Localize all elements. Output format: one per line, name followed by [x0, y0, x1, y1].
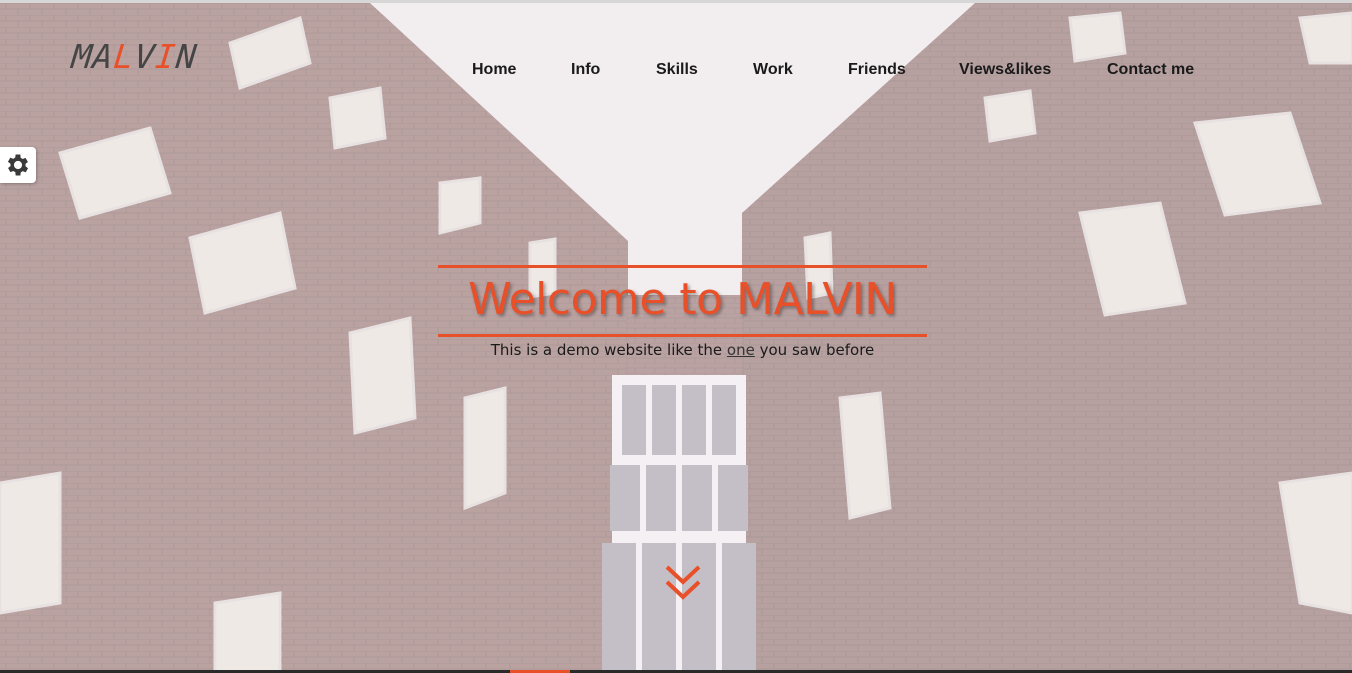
hero-subtitle-after: you saw before [754, 341, 875, 359]
nav-item-views-likes[interactable]: Views&likes [959, 61, 1051, 79]
nav-item-contact-me[interactable]: Contact me [1107, 61, 1194, 79]
nav-item-home[interactable]: Home [472, 61, 516, 79]
hero-subtitle-before: This is a demo website like the [490, 341, 727, 359]
scroll-down-button[interactable] [664, 563, 702, 603]
main-navigation: Home Info Skills Work Friends Views&like… [0, 61, 1352, 85]
hero-title: Welcome to MALVIN [468, 274, 897, 325]
nav-item-work[interactable]: Work [753, 61, 793, 79]
nav-item-info[interactable]: Info [571, 61, 600, 79]
hero-text-block: Welcome to MALVIN This is a demo website… [438, 265, 927, 359]
settings-button[interactable] [0, 147, 36, 183]
nav-item-skills[interactable]: Skills [656, 61, 698, 79]
hero-subtitle-link[interactable]: one [727, 341, 755, 359]
gear-icon [7, 154, 29, 176]
hero-bottom-rule [438, 334, 927, 337]
page: MALVIN Home Info Skills Work Friends Vie… [0, 0, 1352, 673]
hero-subtitle: This is a demo website like the one you … [438, 341, 927, 359]
double-chevron-down-icon [665, 565, 701, 600]
nav-item-friends[interactable]: Friends [848, 61, 906, 79]
